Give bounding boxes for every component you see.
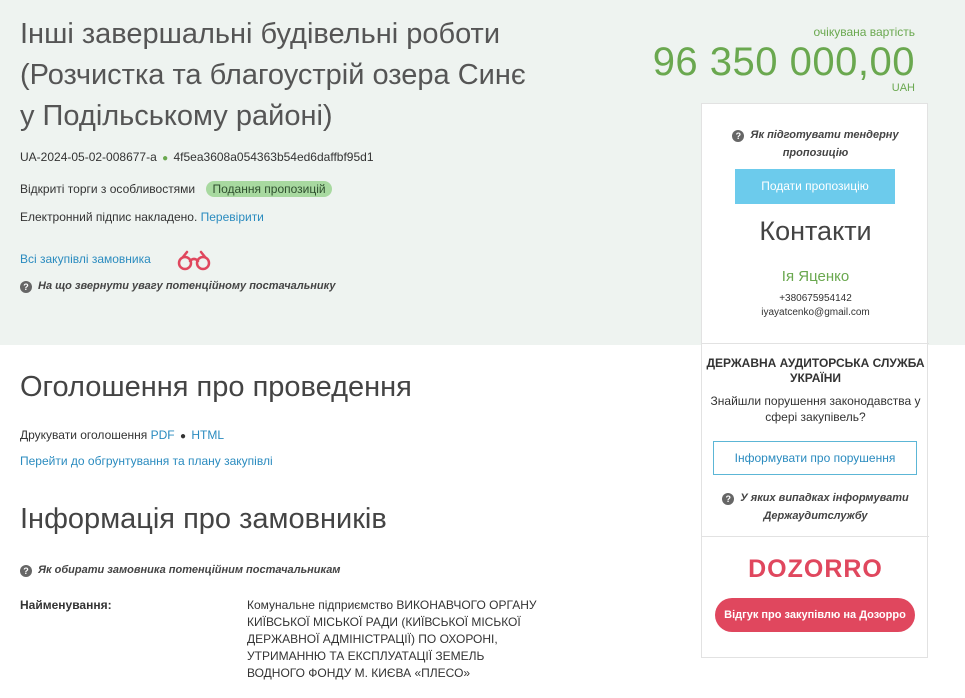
procedure-type: Відкриті торги з особливостями [20, 182, 196, 196]
tender-preparation-hint-text: Як підготувати тендерну пропозицію [750, 129, 899, 159]
choose-customer-hint-text: Як обирати замовника потенційним постача… [38, 564, 341, 576]
print-pdf-link[interactable]: PDF [151, 428, 175, 442]
print-announcement-line: Друкувати оголошення PDF ● HTML [20, 428, 224, 442]
signature-text: Електронний підпис накладено. [20, 210, 198, 224]
contact-phone: +380675954142 [779, 293, 852, 304]
dozorro-feedback-button[interactable]: Відгук про закупівлю на Дозорро [715, 598, 915, 632]
sidebar-panel: ? Як підготувати тендерну пропозицію Пода… [701, 103, 929, 658]
price-label: очікувана вартість [813, 25, 916, 39]
divider [702, 343, 929, 344]
contact-email: iyayatcenko@gmail.com [761, 307, 870, 318]
attention-hint[interactable]: ? На що звернути увагу потенційному поста… [20, 280, 335, 293]
title-line-3: у Подільському районі) [20, 100, 333, 132]
status-badge: Подання пропозицій [206, 181, 332, 197]
print-label: Друкувати оголошення [20, 428, 148, 442]
contact-name: Ія Яценко [781, 268, 850, 285]
verify-signature-link[interactable]: Перевірити [201, 210, 264, 224]
audit-service-title: ДЕРЖАВНА АУДИТОРСЬКА СЛУЖБА УКРАЇНИ [706, 356, 925, 385]
print-html-link[interactable]: HTML [191, 428, 224, 442]
procurement-plan-link[interactable]: Перейти до обгрунтування та плану закупі… [20, 454, 273, 468]
customer-name-value: Комунальне підприємство ВИКОНАВЧОГО ОРГА… [247, 598, 537, 680]
contacts-title: Контакти [759, 216, 872, 246]
bullet-icon: ● [179, 431, 187, 442]
dozorro-logo: DOZORRO [748, 555, 883, 583]
tender-id: UA-2024-05-02-008677-a [20, 150, 157, 164]
report-violation-button[interactable]: Інформувати про порушення [713, 441, 917, 475]
divider [702, 536, 929, 537]
bullet-icon: ● [162, 153, 169, 164]
tender-preparation-hint[interactable]: ? Як підготувати тендерну пропозицію [702, 126, 929, 162]
page-title: Інші завершальні будівельні роботи (Розч… [20, 14, 550, 137]
customers-title: Інформація про замовників [20, 503, 387, 535]
signature-line: Електронний підпис накладено. Перевірити [20, 210, 264, 224]
audit-service-text: Знайшли порушення законодавства у сфері … [710, 394, 921, 424]
question-circle-icon: ? [722, 493, 735, 505]
question-circle-icon: ? [732, 130, 745, 142]
submit-proposal-button[interactable]: Подати пропозицію [735, 169, 895, 204]
customer-name-label: Найменування: [20, 598, 112, 612]
audit-hint-text: У яких випадках інформувати Держаудитслу… [740, 492, 909, 522]
binoculars-icon[interactable] [176, 250, 212, 272]
price-currency: UAH [891, 82, 915, 94]
choose-customer-hint[interactable]: ? Як обирати замовника потенційним постач… [20, 564, 340, 577]
price-value: 96 350 000,00 [652, 40, 915, 84]
tender-id-line: UA-2024-05-02-008677-a ● 4f5ea3608a05436… [20, 150, 374, 164]
attention-hint-text: На що звернути увагу потенційному постач… [38, 280, 336, 292]
audit-hint[interactable]: ? У яких випадках інформувати Держаудитсл… [702, 489, 929, 525]
all-purchases-link[interactable]: Всі закупівлі замовника [20, 252, 151, 266]
tender-hash: 4f5ea3608a054363b54ed6daffbf95d1 [173, 150, 374, 164]
question-circle-icon: ? [20, 565, 32, 577]
procedure-line: Відкриті торги з особливостями Подання п… [20, 181, 332, 197]
announcement-title: Оголошення про проведення [20, 371, 412, 403]
title-line-2: (Розчистка та благоустрій озера Синє [20, 59, 526, 91]
title-line-1: Інші завершальні будівельні роботи [20, 18, 501, 50]
question-circle-icon: ? [20, 281, 32, 293]
